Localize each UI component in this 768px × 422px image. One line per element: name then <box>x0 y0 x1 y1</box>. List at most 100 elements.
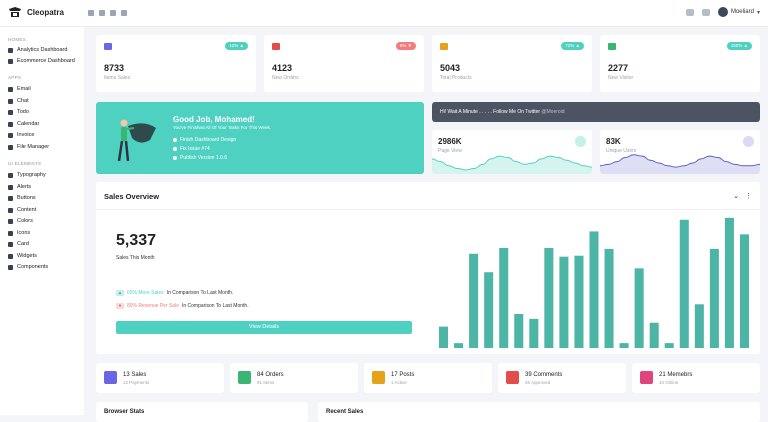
summary-card-sales: 13 Sales 12 Payments <box>96 363 224 393</box>
sidebar-item-invoice[interactable]: Invoice <box>8 132 34 138</box>
sidebar-item-colors[interactable]: Colors <box>8 218 33 224</box>
chart-bar <box>739 234 749 348</box>
text-icon <box>8 172 13 178</box>
chevron-down-icon[interactable]: ⌄ <box>733 192 739 200</box>
stat-card-items-sales: 12% ▲ 8733 Items Sales <box>96 35 256 92</box>
sidebar-item-ecommerce-dashboard[interactable]: Ecommerce Dashboard <box>8 58 75 64</box>
chart-bar <box>469 253 479 348</box>
sales-bar-chart <box>439 217 749 348</box>
view-details-button[interactable]: View Details <box>116 321 412 334</box>
summary-value: 39 Comments <box>525 372 563 378</box>
divider <box>96 209 760 210</box>
sidebar-item-email[interactable]: Email <box>8 86 31 92</box>
chart-bar <box>454 343 464 348</box>
superhero-illustration <box>117 119 156 162</box>
chart-bar <box>709 248 719 348</box>
stat-value: 2277 <box>608 63 629 73</box>
eye-icon <box>575 136 586 147</box>
check-icon <box>173 147 177 151</box>
mini-stat-unique-users: 83K Unique Users <box>600 130 760 174</box>
more-options-icon[interactable]: ⋮ <box>745 192 752 200</box>
summary-card-comments: 39 Comments 26 Approved <box>498 363 626 393</box>
sidebar-item-icons[interactable]: Icons <box>8 230 30 236</box>
chart-bar <box>574 255 584 348</box>
welcome-title: Good Job, Mohamed! <box>173 115 255 124</box>
chevron-down-icon: ▾ <box>756 9 760 16</box>
arrow-up-icon: ▲ <box>116 290 124 296</box>
stat-card-new-orders: 6% ▼ 4123 New Orders <box>264 35 424 92</box>
sales-overview-title: Sales Overview <box>104 192 160 201</box>
calendar-icon[interactable] <box>121 10 127 16</box>
stat-label: New Orders <box>272 75 299 81</box>
sidebar-section-title: APPS <box>8 75 22 80</box>
star-icon <box>8 230 13 236</box>
panel-title: Recent Sales <box>326 409 364 415</box>
sales-overview-card: Sales Overview ⌄ ⋮ 5,337 Sales This Mont… <box>96 182 760 354</box>
recent-sales-panel: Recent Sales <box>318 402 760 422</box>
sidebar-item-buttons[interactable]: Buttons <box>8 195 36 201</box>
message-icon[interactable] <box>88 10 94 16</box>
shop-icon <box>8 58 13 64</box>
card-icon <box>104 371 117 384</box>
user-menu[interactable]: Moeliard ▾ <box>717 7 760 17</box>
avatar <box>717 7 728 17</box>
sidebar-item-chat[interactable]: Chat <box>8 98 29 104</box>
sidebar-section-title: UI ELEMENTS <box>8 161 42 166</box>
sidebar-item-analytics-dashboard[interactable]: Analytics Dashboard <box>8 47 67 53</box>
user-icon <box>608 43 616 50</box>
stat-value: 5043 <box>440 63 461 73</box>
stat-card-total-products: 72% ▲ 5043 Total Products <box>432 35 592 92</box>
twitter-handle[interactable]: @Moeroid <box>541 109 564 115</box>
stat-label: Items Sales <box>104 75 131 81</box>
task-item: Publish Version 1.0.6 <box>173 155 227 161</box>
settings-icon[interactable] <box>110 10 116 16</box>
sidebar-item-widgets[interactable]: Widgets <box>8 253 37 259</box>
chart-bar <box>589 231 599 348</box>
chart-bar <box>634 268 644 348</box>
chart-bar <box>694 304 704 348</box>
boxes-icon <box>440 43 448 50</box>
sidebar-item-card[interactable]: Card <box>8 241 29 247</box>
sales-value: 5,337 <box>116 232 157 249</box>
twitter-banner[interactable]: Hi! Wait A Minute . . . . . Follow Me On… <box>432 102 760 122</box>
notification-icon[interactable] <box>685 8 694 16</box>
stat-card-new-visitor: 150% ▲ 2277 New Visitor <box>600 35 760 92</box>
sidebar-item-typography[interactable]: Typography <box>8 172 46 178</box>
sidebar-section-title: HOMES <box>8 37 27 42</box>
palette-icon <box>8 218 13 224</box>
users-icon <box>743 136 754 147</box>
chart-bar <box>544 247 554 348</box>
stat-value: 8733 <box>104 63 125 73</box>
members-icon <box>640 371 653 384</box>
sidebar-item-calendar[interactable]: Calendar <box>8 121 39 127</box>
sidebar-item-alerts[interactable]: Alerts <box>8 184 31 190</box>
sidebar-item-content[interactable]: Content <box>8 207 36 213</box>
task-item: Finish Dashboard Design <box>173 137 236 143</box>
sidebar-item-components[interactable]: Components <box>8 264 48 270</box>
chart-bar <box>604 248 614 348</box>
sparkline-area <box>432 156 592 174</box>
mail-icon[interactable] <box>99 10 105 16</box>
summary-value: 17 Posts <box>391 372 415 378</box>
panel-title: Browser Stats <box>104 409 145 415</box>
sidebar-item-file-manager[interactable]: File Manager <box>8 144 49 150</box>
post-icon <box>372 371 385 384</box>
mini-stat-page-view: 2986K Page View <box>432 130 592 174</box>
status-badge: 12% ▲ <box>225 42 248 50</box>
folder-icon <box>8 144 13 150</box>
comment-icon <box>506 371 519 384</box>
chart-bar <box>439 326 449 348</box>
mini-stat-value: 2986K <box>438 137 462 146</box>
app-logo[interactable]: Cleopatra <box>8 7 64 18</box>
invoice-icon <box>8 132 13 138</box>
summary-label: 91 Items <box>257 380 275 385</box>
user-name: Moeliard <box>730 9 754 15</box>
summary-label: 26 Approved <box>525 380 551 385</box>
chart-icon <box>8 47 13 53</box>
sidebar-item-todo[interactable]: Todo <box>8 109 29 115</box>
chart-bar <box>724 217 734 348</box>
summary-label: 10 Online <box>659 380 679 385</box>
app-title: Cleopatra <box>27 8 64 17</box>
apps-icon[interactable] <box>701 8 710 16</box>
widget-icon <box>8 253 13 259</box>
